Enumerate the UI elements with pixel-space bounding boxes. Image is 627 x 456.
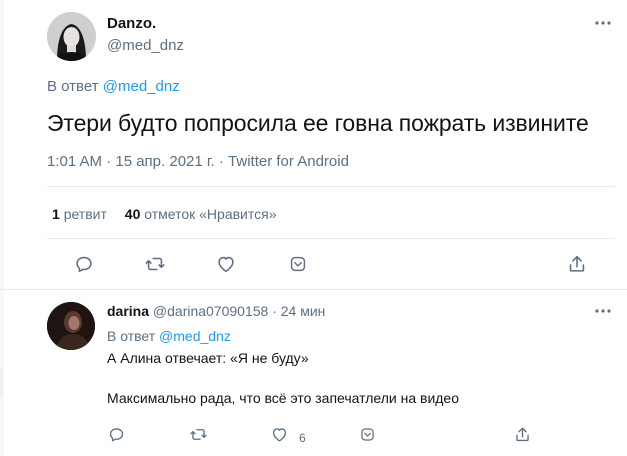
reply-icon[interactable]	[107, 425, 126, 444]
more-options-icon[interactable]	[592, 302, 614, 320]
divider	[47, 186, 615, 187]
tweet-text: Этери будто попросила ее говна пожрать и…	[47, 110, 589, 136]
likes-label: отметок «Нравится»	[144, 206, 277, 222]
author-handle[interactable]: @darina07090158	[153, 303, 268, 319]
like-icon[interactable]	[270, 425, 289, 444]
more-options-icon[interactable]	[592, 14, 614, 32]
divider	[0, 289, 627, 290]
retweet-icon[interactable]	[189, 425, 208, 444]
reply-text-line: А Алина отвечает: «Я не буду»	[107, 350, 309, 366]
reply-context: В ответ @med_dnz	[47, 78, 180, 95]
likes-count: 40	[124, 206, 141, 222]
author-name[interactable]: darina	[107, 303, 149, 319]
tip-jar-icon[interactable]	[358, 425, 377, 444]
retweets-stat[interactable]: 1 ретвит	[52, 206, 107, 222]
tip-jar-icon[interactable]	[287, 253, 309, 275]
like-count: 6	[299, 431, 306, 445]
avatar[interactable]	[47, 302, 95, 350]
likes-stat[interactable]: 40 отметок «Нравится»	[125, 206, 277, 222]
retweets-label: ретвит	[63, 206, 107, 222]
retweets-count: 1	[52, 206, 60, 222]
reply-context: В ответ @med_dnz	[107, 328, 231, 344]
tweet-stats: 1 ретвит 40 отметок «Нравится»	[52, 206, 291, 222]
reply-prefix: В ответ	[107, 328, 156, 344]
reply-icon[interactable]	[73, 253, 95, 275]
reply-header: darina @darina07090158 · 24 мин	[107, 303, 325, 319]
avatar[interactable]	[47, 12, 96, 61]
author-handle[interactable]: @med_dnz	[107, 37, 184, 54]
reply-text-line: Максимально рада, что всё это запечатлел…	[107, 390, 460, 406]
share-icon[interactable]	[566, 253, 588, 275]
avatar-image	[47, 12, 96, 61]
tweet-meta[interactable]: 1:01 AM · 15 апр. 2021 г. · Twitter for …	[47, 153, 349, 170]
main-tweet: Danzo. @med_dnz В ответ @med_dnz Этери б…	[0, 0, 627, 290]
divider	[47, 238, 615, 239]
reply-mention-link[interactable]: @med_dnz	[103, 78, 180, 95]
retweet-icon[interactable]	[144, 253, 166, 275]
avatar-image	[47, 302, 95, 350]
author-name[interactable]: Danzo.	[107, 15, 156, 32]
reply-mention-link[interactable]: @med_dnz	[159, 328, 231, 344]
tweet-time[interactable]: · 24 мин	[272, 303, 325, 319]
like-icon[interactable]	[215, 253, 237, 275]
share-icon[interactable]	[513, 425, 532, 444]
left-edge-marker	[0, 368, 3, 398]
reply-prefix: В ответ	[47, 78, 99, 95]
